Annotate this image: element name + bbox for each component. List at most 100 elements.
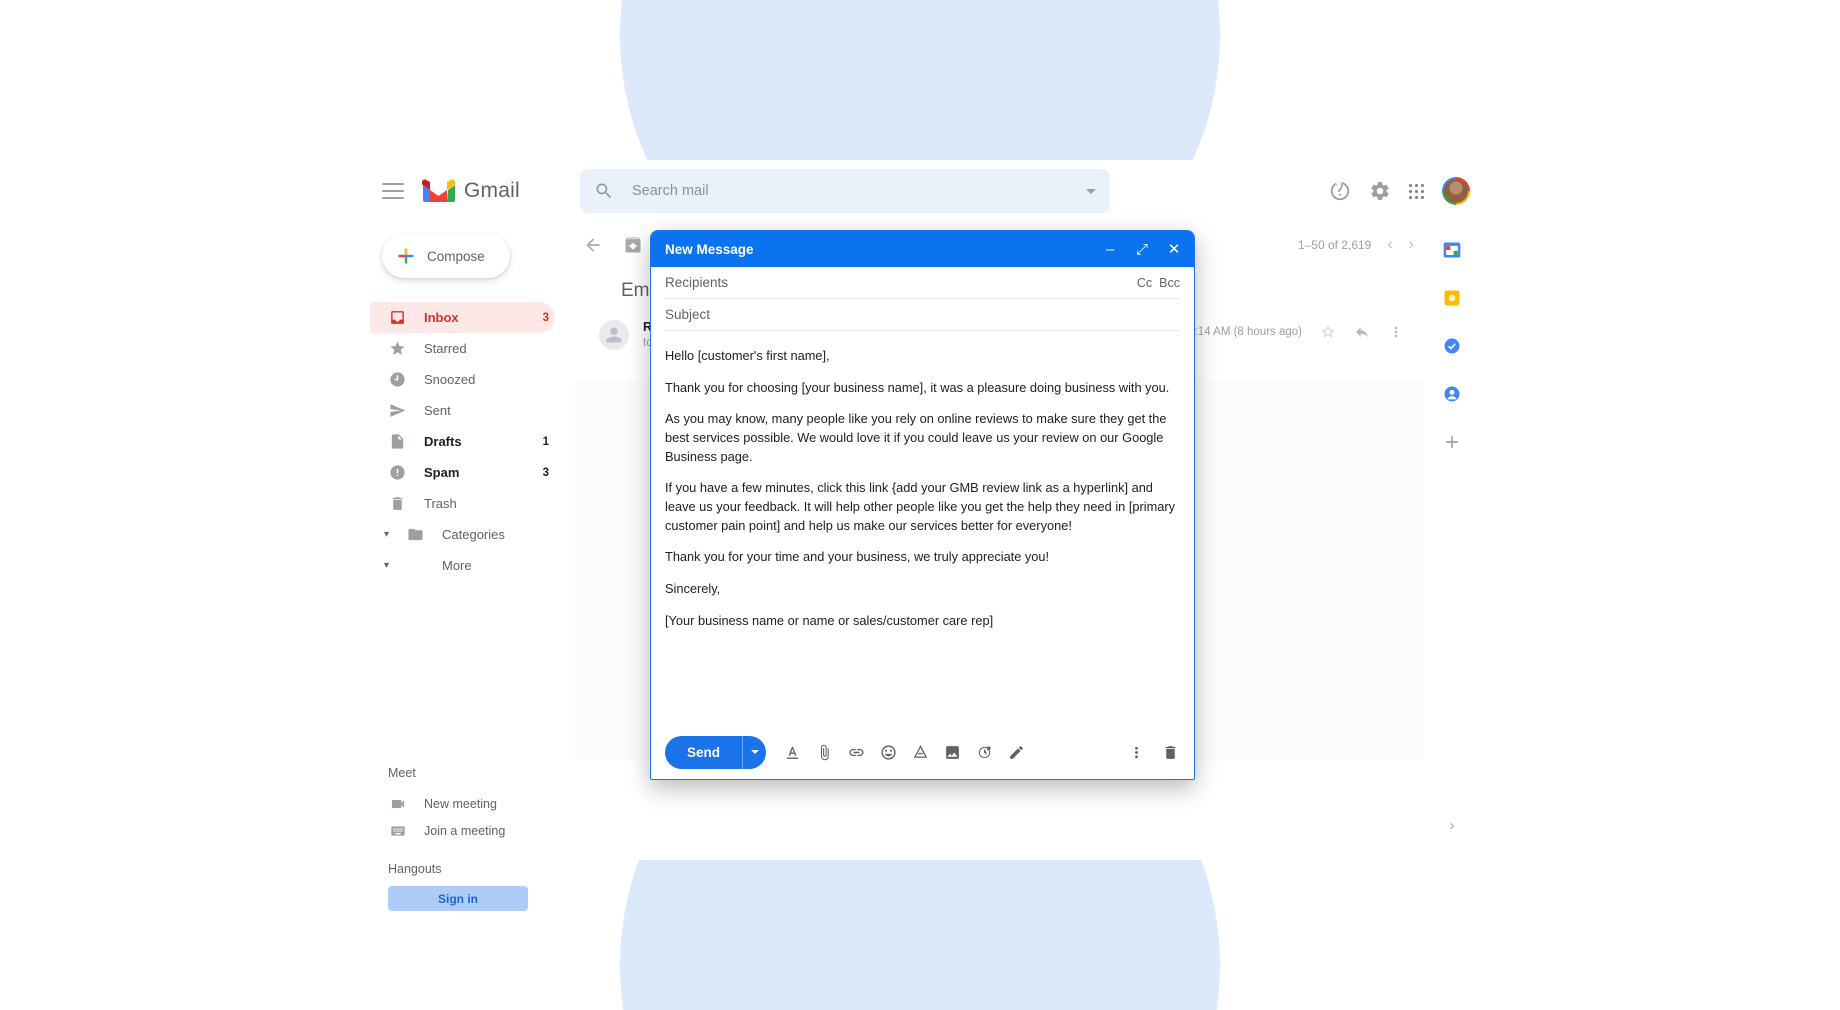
pagination-next-button[interactable]: › — [1409, 236, 1414, 254]
meet-new-meeting-label: New meeting — [424, 796, 497, 811]
more-options-icon[interactable] — [1388, 324, 1404, 340]
expand-icon[interactable]: ⤢ — [1134, 241, 1150, 258]
sidebar-item-inbox[interactable]: Inbox 3 — [370, 302, 555, 333]
recipients-field[interactable]: Cc Bcc — [665, 267, 1180, 299]
formatting-options-icon[interactable] — [782, 742, 802, 762]
sidebar-item-label: Snoozed — [424, 372, 476, 387]
minimize-icon[interactable]: – — [1102, 241, 1118, 258]
sidebar-item-categories[interactable]: ▾ Categories — [370, 519, 555, 550]
sidebar-item-count: 3 — [542, 466, 549, 479]
compose-label: Compose — [427, 248, 485, 264]
subject-input[interactable] — [665, 307, 1180, 322]
cc-button[interactable]: Cc — [1137, 276, 1152, 290]
meet-section: Meet New meeting Join a meeting — [370, 766, 575, 844]
more-labels-icon — [406, 556, 425, 575]
plus-icon — [398, 248, 414, 264]
keyboard-icon — [388, 821, 407, 840]
calendar-icon[interactable] — [1442, 240, 1462, 260]
message-actions: 9:14 AM (8 hours ago) — [1188, 324, 1404, 340]
sidebar-item-label: Drafts — [424, 434, 462, 449]
meet-title: Meet — [388, 766, 416, 780]
recipients-input[interactable] — [665, 275, 1137, 290]
account-avatar[interactable] — [1442, 177, 1470, 205]
confidential-mode-icon[interactable] — [974, 742, 994, 762]
meet-join-meeting-label: Join a meeting — [424, 823, 506, 838]
meet-join-meeting[interactable]: Join a meeting — [388, 817, 575, 844]
subject-field[interactable] — [665, 299, 1180, 331]
expand-side-panel-button[interactable]: › — [1450, 817, 1455, 834]
sidebar-item-sent[interactable]: Sent — [370, 395, 555, 426]
compose-toolbar — [782, 742, 1026, 762]
insert-photo-icon[interactable] — [942, 742, 962, 762]
hangouts-title: Hangouts — [388, 862, 442, 876]
meet-new-meeting[interactable]: New meeting — [388, 790, 575, 817]
body-paragraph: [Your business name or name or sales/cus… — [665, 612, 994, 628]
star-icon[interactable] — [1320, 324, 1336, 340]
hangouts-signin-button[interactable]: Sign in — [388, 886, 528, 911]
send-options-icon[interactable] — [742, 735, 766, 769]
body-paragraph: Hello [customer's first name], — [665, 348, 830, 363]
sidebar-item-label: Trash — [424, 496, 457, 511]
compose-footer-right — [1126, 742, 1180, 762]
trash-icon — [388, 494, 407, 513]
insert-link-icon[interactable] — [846, 742, 866, 762]
compose-button[interactable]: Compose — [382, 234, 510, 278]
sidebar-item-label: Spam — [424, 465, 460, 480]
sidebar-item-drafts[interactable]: Drafts 1 — [370, 426, 555, 457]
sidebar-item-label: Starred — [424, 341, 467, 356]
compose-header: New Message – ⤢ ✕ — [651, 231, 1194, 267]
pagination-prev-button[interactable]: ‹ — [1387, 236, 1392, 254]
insert-drive-icon[interactable] — [910, 742, 930, 762]
back-arrow-icon[interactable] — [583, 235, 603, 255]
send-button[interactable]: Send — [665, 735, 767, 769]
archive-icon[interactable] — [623, 235, 643, 255]
tasks-icon[interactable] — [1442, 336, 1462, 356]
sidebar-item-spam[interactable]: Spam 3 — [370, 457, 555, 488]
search-input[interactable] — [632, 183, 1086, 199]
clock-icon — [388, 370, 407, 389]
hamburger-icon[interactable] — [382, 183, 404, 199]
bcc-button[interactable]: Bcc — [1159, 276, 1180, 290]
discard-draft-icon[interactable] — [1160, 742, 1180, 762]
sidebar-item-starred[interactable]: Starred — [370, 333, 555, 364]
insert-emoji-icon[interactable] — [878, 742, 898, 762]
chevron-down-icon: ▾ — [384, 529, 390, 540]
add-icon[interactable] — [1442, 432, 1462, 452]
chevron-down-icon: ▾ — [384, 560, 390, 571]
reply-icon[interactable] — [1354, 324, 1370, 340]
insert-signature-icon[interactable] — [1006, 742, 1026, 762]
sidebar-item-trash[interactable]: Trash — [370, 488, 555, 519]
body-paragraph: Sincerely, — [665, 581, 721, 597]
sidebar-item-count: 3 — [542, 311, 549, 324]
star-icon — [388, 339, 407, 358]
hangouts-signin-label: Sign in — [438, 891, 478, 906]
message-timestamp: 9:14 AM (8 hours ago) — [1188, 326, 1302, 338]
spam-icon — [388, 463, 407, 482]
search-options-icon[interactable] — [1086, 188, 1096, 194]
message-body-editor[interactable]: Hello [customer's first name], Thank you… — [651, 331, 1194, 725]
app-header: Gmail — [370, 160, 1480, 222]
inbox-icon — [388, 308, 407, 327]
more-options-icon[interactable] — [1126, 742, 1146, 762]
sidebar-item-label: More — [442, 558, 472, 573]
sidebar-item-count: 1 — [542, 435, 549, 448]
sidebar-item-snoozed[interactable]: Snoozed — [370, 364, 555, 395]
compose-title: New Message — [665, 241, 754, 257]
person-icon — [606, 327, 622, 343]
contacts-icon[interactable] — [1442, 384, 1462, 404]
body-paragraph: Thank you for your time and your busines… — [665, 549, 1050, 565]
search-bar[interactable] — [580, 169, 1110, 213]
attach-file-icon[interactable] — [814, 742, 834, 762]
sidebar-item-more[interactable]: ▾ More — [370, 550, 555, 581]
help-icon[interactable] — [1329, 180, 1351, 202]
gmail-m-icon — [422, 178, 455, 202]
side-panel: › — [1424, 222, 1480, 860]
gear-icon[interactable] — [1369, 180, 1391, 202]
sidebar-item-label: Inbox — [424, 310, 459, 325]
video-camera-icon — [388, 794, 407, 813]
cc-bcc-controls: Cc Bcc — [1137, 276, 1180, 290]
draft-icon — [388, 432, 407, 451]
close-icon[interactable]: ✕ — [1166, 241, 1182, 258]
apps-grid-icon[interactable] — [1409, 183, 1424, 199]
keep-icon[interactable] — [1442, 288, 1462, 308]
